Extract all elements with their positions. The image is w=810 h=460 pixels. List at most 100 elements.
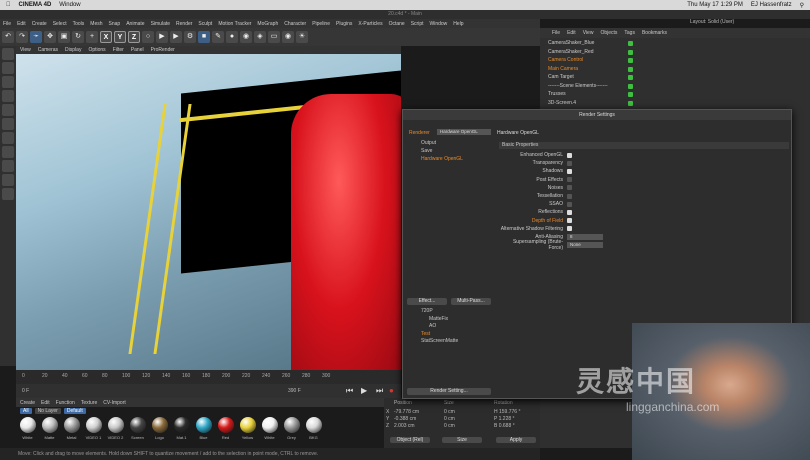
3d-viewport[interactable] bbox=[16, 54, 401, 370]
viewport-menu-item[interactable]: Filter bbox=[113, 47, 124, 53]
visibility-dot[interactable] bbox=[628, 75, 633, 80]
render-preset-item[interactable]: StatScreenMatte bbox=[407, 338, 497, 346]
object-menu-item[interactable]: Bookmarks bbox=[642, 30, 667, 36]
property-checkbox[interactable] bbox=[567, 193, 572, 199]
material-menu-item[interactable]: Create bbox=[20, 400, 35, 406]
object-row[interactable]: -------Scene Elements------- bbox=[548, 83, 658, 91]
material-swatch[interactable]: Mat.1 bbox=[172, 417, 191, 447]
menu-item[interactable]: Mesh bbox=[90, 21, 102, 27]
object-row[interactable]: CameraShaker_Red bbox=[548, 49, 658, 57]
z-axis-toggle[interactable]: Z bbox=[128, 31, 140, 43]
material-swatch[interactable]: Matte bbox=[40, 417, 59, 447]
material-swatch[interactable]: White bbox=[260, 417, 279, 447]
render-nav-item[interactable]: Output bbox=[407, 140, 497, 148]
object-row[interactable]: Camera Control bbox=[548, 57, 658, 65]
coord-field[interactable]: -0.388 cm bbox=[394, 416, 416, 422]
end-frame-field[interactable]: 390 F bbox=[288, 388, 301, 394]
visibility-dot[interactable] bbox=[628, 66, 633, 72]
undo-icon[interactable]: ↶ bbox=[2, 31, 14, 43]
object-row[interactable]: 3D-Screen.4 bbox=[548, 100, 658, 108]
menu-item[interactable]: Sculpt bbox=[198, 21, 212, 27]
clock[interactable]: Thu May 17 1:29 PM bbox=[687, 2, 743, 8]
model-mode-icon[interactable] bbox=[2, 48, 14, 60]
object-row[interactable]: CameraShaker_Blue bbox=[548, 40, 658, 48]
viewport-menu-item[interactable]: Cameras bbox=[38, 47, 58, 53]
menu-item[interactable]: Select bbox=[53, 21, 67, 27]
search-icon[interactable]: ⚲ bbox=[800, 2, 804, 9]
material-swatch[interactable]: Metal bbox=[62, 417, 81, 447]
render-settings-icon[interactable]: ⚙ bbox=[184, 31, 196, 43]
coord-field[interactable]: P 1.228 ° bbox=[494, 416, 515, 422]
property-checkbox[interactable] bbox=[567, 168, 572, 174]
texture-mode-icon[interactable] bbox=[2, 62, 14, 74]
material-menu-item[interactable]: Function bbox=[56, 400, 75, 406]
coord-control[interactable]: Object (Rel) bbox=[390, 437, 430, 443]
menu-item[interactable]: Octane bbox=[389, 21, 405, 27]
edges-mode-icon[interactable] bbox=[2, 104, 14, 116]
coord-field[interactable]: B 0.688 ° bbox=[494, 423, 515, 429]
window-menu[interactable]: Window bbox=[59, 2, 80, 8]
add-tool-icon[interactable]: + bbox=[86, 31, 98, 43]
material-filter-tab[interactable]: No Layer bbox=[34, 408, 61, 414]
render-preset-item[interactable]: 720P bbox=[407, 308, 497, 316]
renderer-dropdown[interactable]: Hardware OpenGL bbox=[437, 129, 491, 135]
cloner-icon[interactable]: ◉ bbox=[240, 31, 252, 43]
light-icon[interactable]: ☀ bbox=[296, 31, 308, 43]
rotate-tool-icon[interactable]: ↻ bbox=[72, 31, 84, 43]
material-menu-item[interactable]: Texture bbox=[81, 400, 97, 406]
material-swatch[interactable]: VIDEO 2 bbox=[106, 417, 125, 447]
multi-pass-button[interactable]: Multi-Pass... bbox=[451, 298, 491, 305]
cube-icon[interactable]: ■ bbox=[198, 31, 210, 43]
viewport-menu-item[interactable]: Panel bbox=[131, 47, 144, 53]
render-setting-button[interactable]: Render Setting... bbox=[407, 388, 491, 395]
apple-icon[interactable]:  bbox=[6, 2, 11, 8]
scale-tool-icon[interactable]: ▣ bbox=[58, 31, 70, 43]
render-preset-item[interactable]: AO bbox=[407, 323, 497, 331]
polygons-mode-icon[interactable] bbox=[2, 118, 14, 130]
visibility-dot[interactable] bbox=[628, 92, 633, 97]
viewport-menu-item[interactable]: View bbox=[20, 47, 31, 53]
x-axis-toggle[interactable]: X bbox=[100, 31, 112, 43]
coord-field[interactable]: 2.003 cm bbox=[394, 423, 415, 429]
material-swatch[interactable]: Yellow bbox=[238, 417, 257, 447]
user-menu[interactable]: EJ Hassenfratz bbox=[751, 2, 792, 8]
material-swatch[interactable]: Blue bbox=[194, 417, 213, 447]
coord-field[interactable]: 0 cm bbox=[444, 423, 455, 429]
viewport-menu-item[interactable]: ProRender bbox=[151, 47, 175, 53]
render-view-icon[interactable]: ▶ bbox=[156, 31, 168, 43]
object-menu-item[interactable]: Edit bbox=[567, 30, 576, 36]
menu-item[interactable]: Simulate bbox=[151, 21, 170, 27]
object-menu-item[interactable]: File bbox=[552, 30, 560, 36]
menu-item[interactable]: Create bbox=[32, 21, 47, 27]
material-swatch[interactable]: Screen bbox=[128, 417, 147, 447]
y-axis-toggle[interactable]: Y bbox=[114, 31, 126, 43]
menu-item[interactable]: X-Particles bbox=[358, 21, 382, 27]
go-start-icon[interactable]: ⏮ bbox=[346, 386, 353, 396]
coordinate-system-icon[interactable]: ○ bbox=[142, 31, 154, 43]
pen-icon[interactable]: ✎ bbox=[212, 31, 224, 43]
material-swatch[interactable]: White bbox=[18, 417, 37, 447]
workplane-icon[interactable] bbox=[2, 76, 14, 88]
property-dropdown[interactable]: 8 bbox=[567, 233, 603, 240]
snap-icon[interactable] bbox=[2, 160, 14, 172]
menu-item[interactable]: Snap bbox=[109, 21, 121, 27]
object-menu-item[interactable]: Tags bbox=[624, 30, 635, 36]
property-checkbox[interactable] bbox=[567, 201, 572, 207]
material-swatch[interactable]: BKG bbox=[304, 417, 323, 447]
visibility-dot[interactable] bbox=[628, 49, 633, 55]
object-menu-item[interactable]: View bbox=[583, 30, 594, 36]
menu-item[interactable]: Script bbox=[411, 21, 424, 27]
menu-item[interactable]: Animate bbox=[126, 21, 144, 27]
go-end-icon[interactable]: ⏭ bbox=[376, 386, 383, 396]
record-icon[interactable]: ● bbox=[389, 386, 394, 395]
visibility-dot[interactable] bbox=[628, 83, 633, 89]
object-menu-item[interactable]: Objects bbox=[600, 30, 617, 36]
layout-selector[interactable]: Layout: Solid (User) bbox=[690, 19, 734, 25]
deformer-icon[interactable]: ◈ bbox=[254, 31, 266, 43]
menu-item[interactable]: Help bbox=[453, 21, 463, 27]
render-preset-item[interactable]: Test bbox=[407, 331, 497, 339]
timeline-ruler[interactable]: 0 20 40 60 80 100 120 140 160 180 200 220 240 260 280 3… bbox=[16, 370, 401, 384]
material-swatch[interactable]: VIDEO 1 bbox=[84, 417, 103, 447]
coord-field[interactable]: 0 cm bbox=[444, 409, 455, 415]
effect-button[interactable]: Effect... bbox=[407, 298, 447, 305]
